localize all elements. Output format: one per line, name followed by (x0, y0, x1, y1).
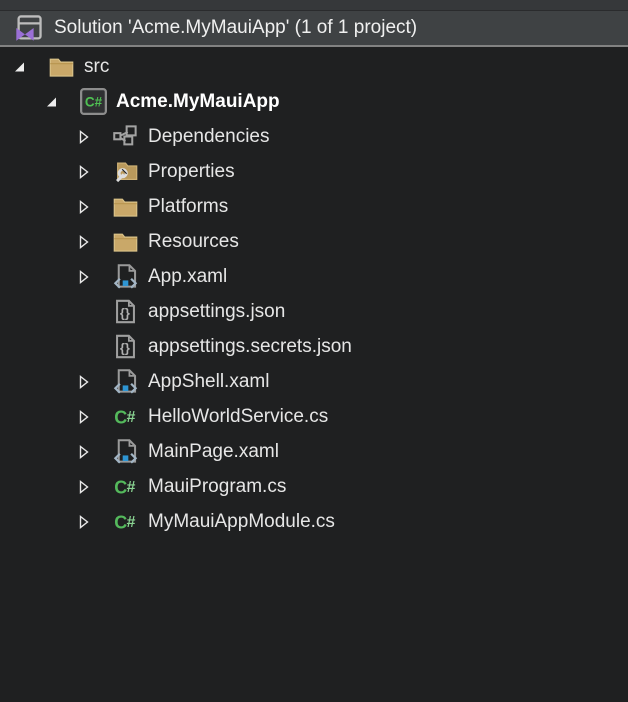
tree-item-label: src (84, 56, 109, 78)
folder-wrench-icon (112, 158, 139, 185)
svg-text:C#: C# (85, 95, 103, 110)
svg-text:#: # (127, 514, 136, 531)
tree-item-label: HelloWorldService.cs (148, 406, 328, 428)
tree-item-helloworldservice-cs[interactable]: C# HelloWorldService.cs (0, 399, 628, 434)
folder-icon (112, 193, 139, 220)
tree-item-resources[interactable]: Resources (0, 224, 628, 259)
tree-item-label: App.xaml (148, 266, 227, 288)
tree-item-label: appsettings.json (148, 301, 285, 323)
tree-item-label: Acme.MyMauiApp (116, 91, 280, 113)
tree-item-app-xaml[interactable]: App.xaml (0, 259, 628, 294)
tree-item-label: Properties (148, 161, 235, 183)
svg-text:#: # (127, 479, 136, 496)
tree-item-label: appsettings.secrets.json (148, 336, 352, 358)
csharp-icon: C# (112, 403, 139, 430)
csharp-icon: C# (112, 473, 139, 500)
xaml-icon (112, 263, 139, 290)
svg-text:C: C (114, 512, 127, 532)
tree-item-mymauiappmodule-cs[interactable]: C# MyMauiAppModule.cs (0, 504, 628, 539)
expand-collapsed-arrow-icon[interactable] (76, 374, 92, 390)
folder-icon (48, 53, 75, 80)
folder-icon (112, 228, 139, 255)
arrow-spacer (76, 339, 92, 355)
xaml-icon (112, 368, 139, 395)
expand-collapsed-arrow-icon[interactable] (76, 164, 92, 180)
solution-title: Solution 'Acme.MyMauiApp' (1 of 1 projec… (54, 17, 417, 39)
csproject-icon: C# (80, 88, 107, 115)
expand-collapsed-arrow-icon[interactable] (76, 199, 92, 215)
tree-item-label: AppShell.xaml (148, 371, 269, 393)
tree-item-label: MainPage.xaml (148, 441, 279, 463)
svg-text:{}: {} (120, 306, 130, 321)
expand-collapsed-arrow-icon[interactable] (76, 444, 92, 460)
expand-expanded-arrow-icon[interactable] (12, 59, 28, 75)
tree-item-appshell-xaml[interactable]: AppShell.xaml (0, 364, 628, 399)
json-icon: {} (112, 333, 139, 360)
expand-collapsed-arrow-icon[interactable] (76, 479, 92, 495)
arrow-spacer (76, 304, 92, 320)
tree-item-label: Resources (148, 231, 239, 253)
tree-item-mainpage-xaml[interactable]: MainPage.xaml (0, 434, 628, 469)
expand-collapsed-arrow-icon[interactable] (76, 514, 92, 530)
tree-item-acme-mymauiapp[interactable]: C# Acme.MyMauiApp (0, 84, 628, 119)
expand-collapsed-arrow-icon[interactable] (76, 129, 92, 145)
json-icon: {} (112, 298, 139, 325)
xaml-icon (112, 438, 139, 465)
tree-item-appsettings-secrets-json[interactable]: {} appsettings.secrets.json (0, 329, 628, 364)
toolbar-edge-strip (0, 0, 628, 11)
tree-item-src[interactable]: src (0, 49, 628, 84)
expand-collapsed-arrow-icon[interactable] (76, 409, 92, 425)
csharp-icon: C# (112, 508, 139, 535)
solution-explorer-tree: srcC#Acme.MyMauiAppDependenciesPropertie… (0, 47, 628, 539)
expand-collapsed-arrow-icon[interactable] (76, 234, 92, 250)
tree-item-dependencies[interactable]: Dependencies (0, 119, 628, 154)
tree-item-label: MyMauiAppModule.cs (148, 511, 335, 533)
dependencies-icon (112, 123, 139, 150)
solution-header-row[interactable]: Solution 'Acme.MyMauiApp' (1 of 1 projec… (0, 11, 628, 47)
solution-icon (14, 14, 44, 42)
expand-collapsed-arrow-icon[interactable] (76, 269, 92, 285)
svg-text:#: # (127, 409, 136, 426)
tree-item-mauiprogram-cs[interactable]: C# MauiProgram.cs (0, 469, 628, 504)
svg-text:C: C (114, 407, 127, 427)
expand-expanded-arrow-icon[interactable] (44, 94, 60, 110)
svg-text:C: C (114, 477, 127, 497)
tree-item-appsettings-json[interactable]: {} appsettings.json (0, 294, 628, 329)
tree-item-label: Platforms (148, 196, 228, 218)
tree-item-properties[interactable]: Properties (0, 154, 628, 189)
tree-item-label: Dependencies (148, 126, 269, 148)
svg-text:{}: {} (120, 341, 130, 356)
tree-item-label: MauiProgram.cs (148, 476, 286, 498)
tree-item-platforms[interactable]: Platforms (0, 189, 628, 224)
